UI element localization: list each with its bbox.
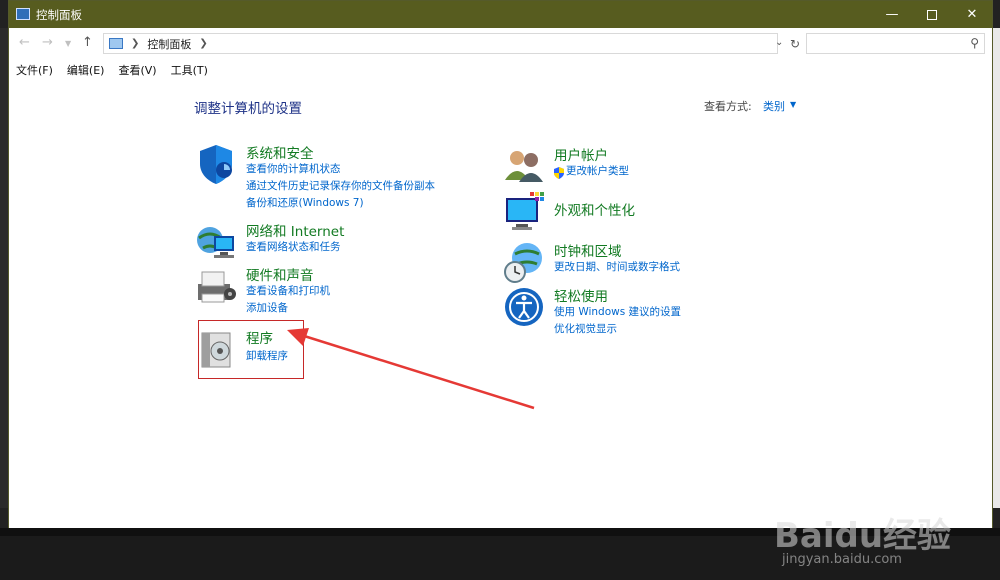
window-title: 控制面板 [36,8,82,22]
back-arrow-icon[interactable]: ← [19,35,30,50]
watermark-url: jingyan.baidu.com [782,552,902,567]
link-change-account-type[interactable]: 更改帐户类型 [566,163,629,178]
category-title[interactable]: 外观和个性化 [554,199,635,219]
category-title[interactable]: 网络和 Internet [246,220,344,240]
search-input[interactable]: ⚲ [806,33,985,54]
control-panel-small-icon [109,38,123,49]
uac-shield-icon [554,164,564,179]
category-title[interactable]: 用户帐户 [554,144,608,164]
search-icon[interactable]: ⚲ [970,36,979,50]
menu-file[interactable]: 文件(F) [9,58,60,80]
address-box[interactable]: ❯ 控制面板 ❯ [103,33,778,54]
content-area: 调整计算机的设置 查看方式: 类别 ▼ 系统和安全 查看你的计算机状态 通过文件… [9,80,992,567]
link-change-date-time-format[interactable]: 更改日期、时间或数字格式 [554,259,680,274]
link-backup-restore[interactable]: 备份和还原(Windows 7) [246,195,364,210]
category-hardware-sound: 硬件和声音 查看设备和打印机 添加设备 [194,264,494,314]
annotation-arrow-icon [287,328,535,410]
link-add-device[interactable]: 添加设备 [246,300,288,315]
up-arrow-icon[interactable]: ↑ [82,35,93,50]
view-by-dropdown[interactable]: 类别 [763,98,785,114]
breadcrumb-separator-icon[interactable]: ❯ [131,38,139,49]
menu-bar: 文件(F) 编辑(E) 查看(V) 工具(T) [9,58,992,80]
close-button[interactable]: ✕ [952,1,992,28]
watermark-brand: Baidu经验 [774,516,952,556]
control-panel-icon [16,8,30,20]
menu-edit[interactable]: 编辑(E) [60,58,112,80]
link-network-status[interactable]: 查看网络状态和任务 [246,239,341,254]
page-title: 调整计算机的设置 [194,101,302,117]
recent-locations-chevron-icon[interactable]: ▼ [65,39,71,48]
control-panel-window: 控制面板 — ✕ ← → ▼ ↑ ❯ 控制面板 ❯ ⌄ ↻ ⚲ 文件(F) 编辑… [8,0,993,567]
category-system-security: 系统和安全 查看你的计算机状态 通过文件历史记录保存你的文件备份副本 备份和还原… [194,142,494,212]
link-devices-printers[interactable]: 查看设备和打印机 [246,283,330,298]
category-title[interactable]: 硬件和声音 [246,264,314,284]
printer-icon[interactable] [194,264,238,308]
category-appearance: 外观和个性化 [502,190,802,235]
category-user-accounts: 用户帐户 更改帐户类型 [502,144,802,184]
network-globe-icon[interactable] [194,220,238,264]
baidu-watermark: Baidu经验 jingyan.baidu.com [774,500,974,580]
category-network-internet: 网络和 Internet 查看网络状态和任务 [194,220,494,260]
menu-view[interactable]: 查看(V) [111,58,163,80]
desktop-right-edge [992,28,1000,508]
link-windows-suggested-settings[interactable]: 使用 Windows 建议的设置 [554,304,681,319]
minimize-button[interactable]: — [872,1,912,28]
breadcrumb-separator-icon[interactable]: ❯ [199,38,207,49]
view-by-label: 查看方式: [704,100,752,113]
link-file-history[interactable]: 通过文件历史记录保存你的文件备份副本 [246,178,435,193]
category-clock-region: 时钟和区域 更改日期、时间或数字格式 [502,240,802,283]
maximize-icon [927,9,937,20]
shield-icon[interactable] [194,142,238,186]
link-view-computer-status[interactable]: 查看你的计算机状态 [246,161,341,176]
address-dropdown-chevron-icon[interactable]: ⌄ [775,37,783,48]
maximize-button[interactable] [912,1,952,28]
menu-tools[interactable]: 工具(T) [164,58,215,80]
address-bar-row: ← → ▼ ↑ ❯ 控制面板 ❯ ⌄ ↻ ⚲ [9,28,992,58]
category-title[interactable]: 轻松使用 [554,285,608,305]
refresh-icon[interactable]: ↻ [787,33,803,54]
link-optimize-visual-display[interactable]: 优化视觉显示 [554,321,617,336]
category-title[interactable]: 时钟和区域 [554,240,622,260]
breadcrumb-control-panel[interactable]: 控制面板 [147,36,191,52]
forward-arrow-icon[interactable]: → [42,35,53,50]
title-bar[interactable]: 控制面板 — ✕ [9,1,992,28]
users-icon[interactable] [502,144,546,188]
category-ease-of-access: 轻松使用 使用 Windows 建议的设置 优化视觉显示 [502,285,802,335]
minimize-icon: — [885,7,899,22]
category-title[interactable]: 系统和安全 [246,142,314,162]
view-by-chevron-down-icon[interactable]: ▼ [790,100,796,109]
clock-globe-icon[interactable] [502,240,546,284]
appearance-monitor-icon[interactable] [502,190,546,234]
close-icon: ✕ [966,7,978,22]
